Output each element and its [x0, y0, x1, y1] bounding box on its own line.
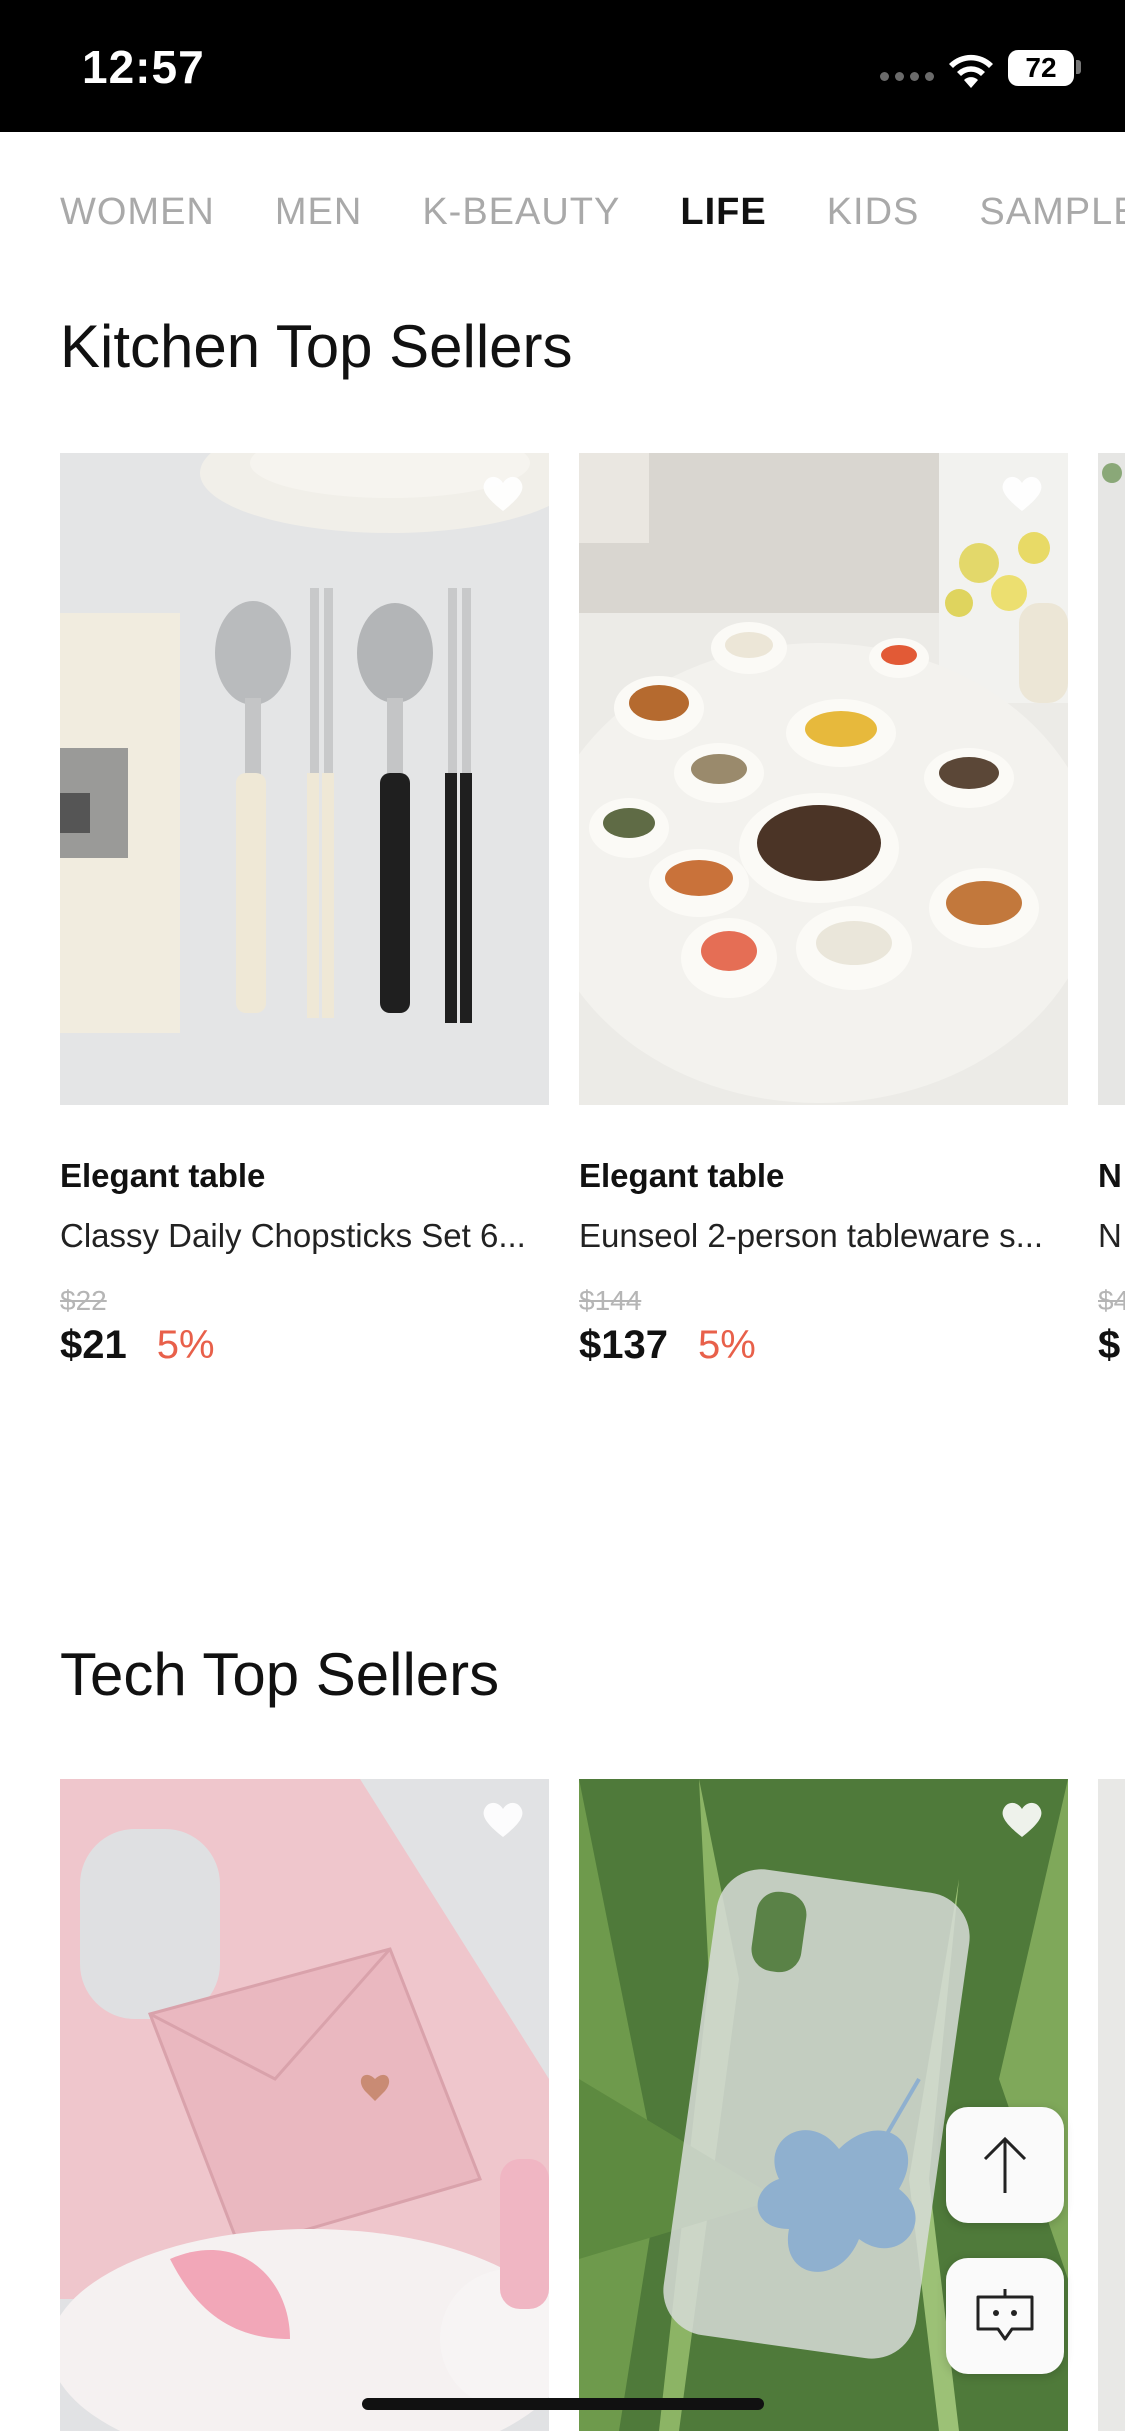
sale-price: $ — [1098, 1323, 1121, 1367]
chat-icon — [976, 2289, 1034, 2341]
product-card[interactable]: N N $4 $ — [1098, 453, 1125, 1368]
product-card[interactable] — [60, 1779, 549, 2431]
discount-percent: 5% — [156, 1323, 215, 1367]
product-image-chopsticks[interactable] — [60, 453, 549, 1105]
product-brand: Elegant table — [579, 1157, 785, 1194]
home-indicator[interactable] — [362, 2398, 764, 2410]
product-image-pink-phone-case[interactable] — [60, 1779, 549, 2431]
tab-sample[interactable]: SAMPLE — [979, 191, 1125, 234]
arrow-up-icon — [983, 2136, 1027, 2193]
heart-icon[interactable] — [481, 473, 525, 513]
tab-k-beauty[interactable]: K-BEAUTY — [422, 191, 620, 234]
battery-level: 72 — [1008, 50, 1074, 86]
discount-percent: 5% — [697, 1323, 756, 1367]
battery-cap — [1076, 60, 1081, 74]
sale-price: $137 — [579, 1323, 668, 1367]
chat-button[interactable] — [946, 2258, 1064, 2374]
product-image-partial[interactable] — [1098, 453, 1125, 1105]
section-title-tech: Tech Top Sellers — [60, 1641, 500, 1708]
product-name[interactable]: Classy Daily Chopsticks Set 6... — [60, 1217, 549, 1255]
product-name[interactable]: Eunseol 2-person tableware s... — [579, 1217, 1068, 1255]
cellular-signal-icon — [880, 72, 934, 81]
original-price: $22 — [60, 1285, 107, 1316]
product-name[interactable]: N — [1098, 1217, 1125, 1255]
original-price: $144 — [579, 1285, 642, 1316]
tab-women[interactable]: WOMEN — [60, 191, 215, 234]
heart-icon[interactable] — [1000, 473, 1044, 513]
tab-kids[interactable]: KIDS — [827, 191, 920, 234]
heart-icon[interactable] — [481, 1799, 525, 1839]
heart-icon[interactable] — [1000, 1799, 1044, 1839]
status-time: 12:57 — [82, 41, 205, 93]
wifi-icon — [949, 54, 993, 88]
category-tabs: WOMEN MEN K-BEAUTY LIFE KIDS SAMPLE — [0, 132, 1125, 292]
product-card[interactable] — [1098, 1779, 1125, 2431]
product-card[interactable]: Elegant table Classy Daily Chopsticks Se… — [60, 453, 549, 1368]
original-price: $4 — [1098, 1285, 1125, 1316]
kitchen-product-row: Elegant table Classy Daily Chopsticks Se… — [60, 453, 1125, 1433]
sale-price: $21 — [60, 1323, 127, 1367]
product-brand: N — [1098, 1157, 1122, 1194]
section-title-kitchen: Kitchen Top Sellers — [60, 313, 573, 380]
product-image-partial[interactable] — [1098, 1779, 1125, 2431]
tab-life[interactable]: LIFE — [680, 191, 766, 234]
product-brand: Elegant table — [60, 1157, 266, 1194]
scroll-to-top-button[interactable] — [946, 2107, 1064, 2223]
status-bar: 12:57 72 — [0, 0, 1125, 132]
tab-men[interactable]: MEN — [275, 191, 362, 234]
product-image-tableware[interactable] — [579, 453, 1068, 1105]
product-card[interactable]: Elegant table Eunseol 2-person tableware… — [579, 453, 1068, 1368]
